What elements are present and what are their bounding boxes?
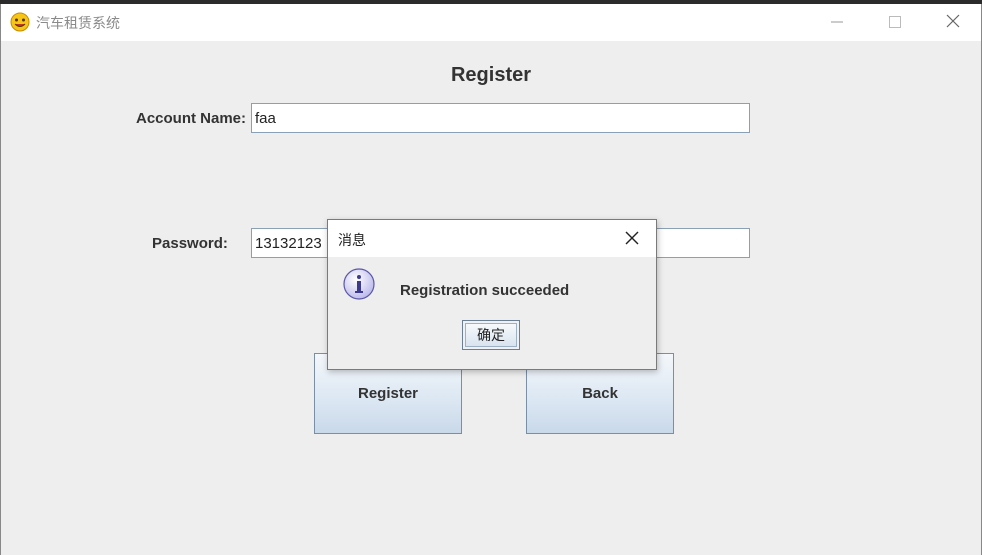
maximize-button[interactable] [866, 4, 924, 41]
minimize-button[interactable] [808, 4, 866, 41]
dialog-close-icon[interactable] [624, 230, 640, 246]
app-window: 汽车租赁系统 Register Account Name: faa Passwo… [0, 4, 982, 555]
message-dialog: 消息 Registration succeeded 确定 [327, 219, 657, 370]
dialog-message: Registration succeeded [400, 282, 570, 299]
dialog-ok-label: 确定 [465, 323, 517, 347]
dialog-ok-button[interactable]: 确定 [462, 320, 520, 350]
dialog-title-bar: 消息 [328, 220, 656, 257]
close-button[interactable] [924, 4, 982, 41]
dialog-title: 消息 [338, 233, 366, 249]
account-name-label: Account Name: [136, 110, 247, 127]
title-bar: 汽车租赁系统 [1, 4, 981, 41]
info-icon [342, 267, 376, 301]
minimize-icon [831, 13, 843, 32]
window-title: 汽车租赁系统 [36, 16, 120, 32]
maximize-icon [889, 13, 901, 32]
page-title: Register [450, 64, 532, 86]
account-name-input[interactable]: faa [251, 103, 750, 133]
smiley-face-icon [10, 12, 30, 32]
password-label: Password: [152, 235, 228, 252]
close-icon [946, 13, 960, 32]
